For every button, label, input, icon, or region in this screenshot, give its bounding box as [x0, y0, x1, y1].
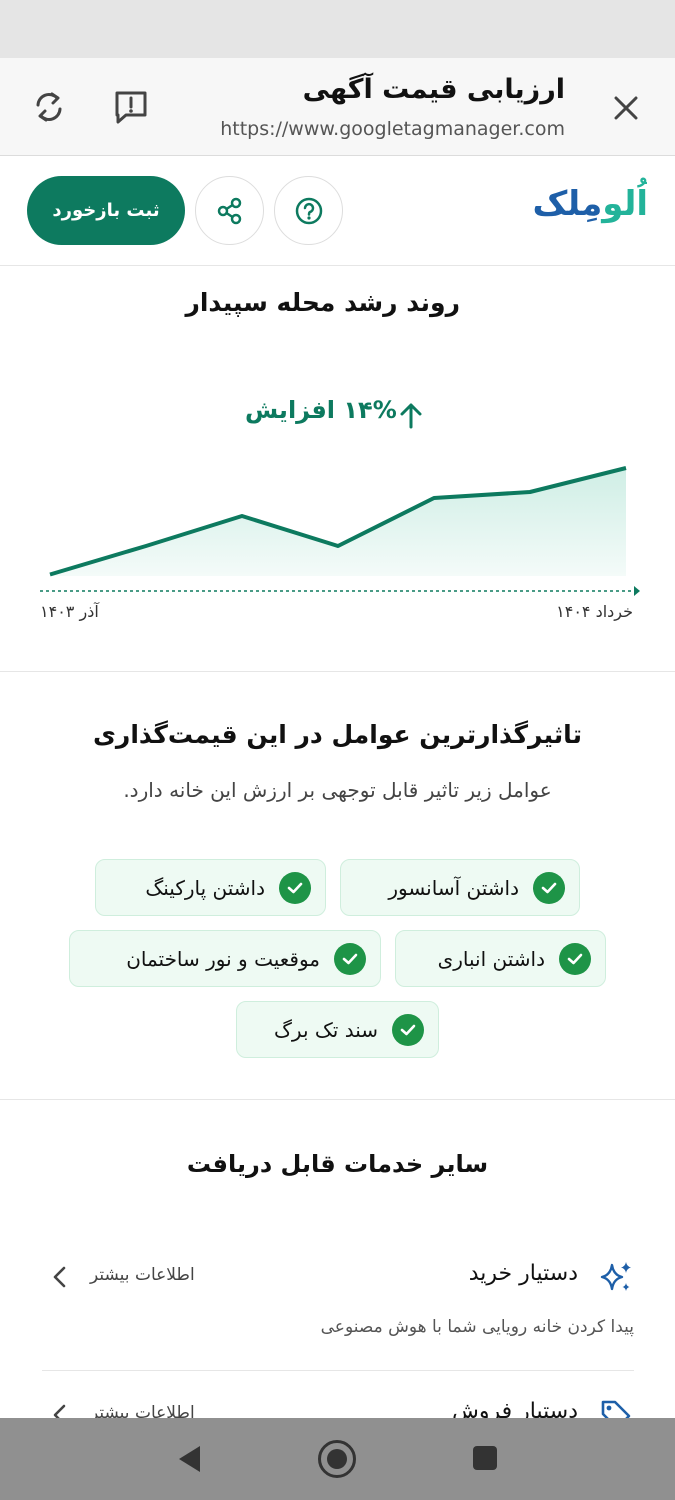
logo-part2: مِلک: [532, 184, 603, 224]
back-icon[interactable]: [176, 1444, 202, 1474]
help-icon: [295, 197, 322, 224]
services-title: سایر خدمات قابل دریافت: [186, 1150, 489, 1178]
status-bar: [0, 0, 675, 58]
check-icon: [392, 1013, 424, 1046]
service-name: دستیار خرید: [468, 1261, 578, 1286]
factor-chip: داشتن آسانسور: [340, 859, 580, 916]
arrow-up-icon: [400, 403, 422, 429]
trend-chart: [40, 466, 640, 596]
check-icon: [559, 942, 591, 975]
refresh-icon[interactable]: [30, 88, 68, 126]
sparkle-icon: [600, 1262, 631, 1291]
chart-area: [50, 468, 626, 576]
factors-title: تاثیرگذارترین عوامل در این قیمت‌گذاری: [93, 720, 582, 749]
report-icon[interactable]: [112, 88, 150, 126]
factor-chip: موقعیت و نور ساختمان: [69, 930, 381, 987]
service-description: پیدا کردن خانه رویایی شما با هوش مصنوعی: [320, 1317, 634, 1337]
share-button[interactable]: [195, 176, 264, 245]
trend-change: ۱۴% افزایش: [245, 396, 397, 424]
axis-label-end: خرداد ۱۴۰۴: [556, 602, 633, 621]
logo-part1: اُلو: [602, 184, 648, 224]
factor-label: سند تک برگ: [274, 1017, 378, 1042]
service-item-buy[interactable]: دستیار خرید اطلاعات بیشتر پیدا کردن خانه…: [42, 1255, 634, 1355]
home-icon[interactable]: [318, 1440, 356, 1478]
page-title: ارزیابی قیمت آگهی: [302, 74, 565, 105]
page-url: https://www.googletagmanager.com: [220, 118, 565, 140]
chart-axis-arrow: [634, 586, 640, 596]
factor-label: موقعیت و نور ساختمان: [126, 946, 320, 971]
more-info-link[interactable]: اطلاعات بیشتر: [90, 1265, 195, 1285]
factor-chip: سند تک برگ: [236, 1001, 439, 1058]
app-header: ثبت بازخورد اُلومِلک: [0, 156, 675, 266]
factor-label: داشتن آسانسور: [388, 875, 519, 900]
trend-title: روند رشد محله سپیدار: [185, 288, 460, 317]
services-section: سایر خدمات قابل دریافت دستیار خرید اطلاع…: [0, 1100, 675, 1430]
help-button[interactable]: [274, 176, 343, 245]
check-icon: [334, 942, 366, 975]
factor-label: داشتن پارکینگ: [145, 875, 265, 900]
factor-label: داشتن انباری: [437, 946, 545, 971]
close-icon[interactable]: [610, 92, 642, 124]
chevron-left-icon[interactable]: [50, 1265, 70, 1289]
factors-subtitle: عوامل زیر تاثیر قابل توجهی بر ارزش این خ…: [123, 778, 552, 802]
feedback-button[interactable]: ثبت بازخورد: [27, 176, 185, 245]
system-nav-bar: [0, 1418, 675, 1500]
browser-bar: ارزیابی قیمت آگهی https://www.googletagm…: [0, 58, 675, 156]
factors-section: تاثیرگذارترین عوامل در این قیمت‌گذاری عو…: [0, 672, 675, 1100]
recent-apps-icon[interactable]: [473, 1446, 497, 1470]
share-icon: [217, 197, 241, 224]
factor-chip: داشتن پارکینگ: [95, 859, 326, 916]
divider: [42, 1370, 634, 1371]
axis-label-start: آذر ۱۴۰۳: [40, 602, 99, 621]
check-icon: [533, 871, 565, 904]
trend-section: روند رشد محله سپیدار ۱۴% افزایش آذر ۱۴۰۳…: [0, 266, 675, 672]
logo[interactable]: اُلومِلک: [533, 184, 649, 224]
factor-chip: داشتن انباری: [395, 930, 606, 987]
check-icon: [279, 871, 311, 904]
